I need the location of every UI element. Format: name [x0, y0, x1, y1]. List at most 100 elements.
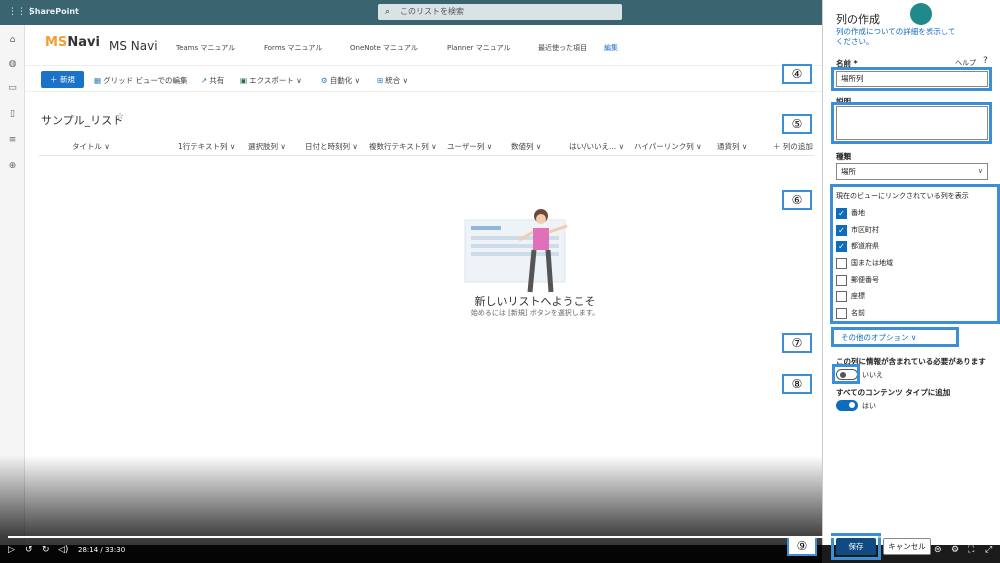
- site-logo[interactable]: MSNavi: [45, 35, 100, 59]
- type-value: 場所: [841, 167, 856, 176]
- new-button[interactable]: ＋ 新規: [41, 71, 84, 88]
- col-currency-label: 通貨列: [717, 142, 740, 151]
- integrate-button[interactable]: ⊞ 統合 ∨: [377, 75, 408, 86]
- content-types-label: すべてのコンテンツ タイプに追加: [836, 388, 951, 397]
- panel-title: 列の作成: [836, 13, 880, 26]
- favorite-star-icon[interactable]: ☆: [116, 112, 124, 122]
- col-number[interactable]: 数値列 ∨: [511, 141, 541, 152]
- col-user[interactable]: ユーザー列 ∨: [447, 141, 492, 152]
- pip-icon[interactable]: ⛶: [968, 545, 974, 555]
- site-nav-recent[interactable]: 最近使った項目: [538, 43, 587, 53]
- video-about-label[interactable]: ビデオについて: [925, 25, 974, 35]
- save-button[interactable]: 保存: [836, 538, 876, 555]
- marker-8: ⑧: [782, 374, 812, 394]
- fullscreen-icon[interactable]: ⤢: [985, 545, 992, 555]
- marker-9: ⑨: [787, 536, 817, 556]
- marker-5: ⑤: [782, 114, 812, 134]
- rewind-icon[interactable]: ↺: [25, 545, 33, 555]
- document-icon[interactable]: ▯: [7, 109, 18, 120]
- col-hyperlink-label: ハイパーリンク列: [634, 142, 694, 151]
- welcome-subtitle: 始めるには [新規] ボタンを選択します。: [470, 309, 600, 317]
- callout-description-field: [831, 102, 992, 144]
- marker-7: ⑦: [782, 333, 812, 353]
- site-nav-onenote[interactable]: OneNote マニュアル: [350, 43, 418, 53]
- automate-label: 自動化: [329, 76, 353, 85]
- video-seek-progress: [8, 536, 835, 538]
- callout-required-toggle: [832, 364, 860, 384]
- settings-icon[interactable]: ⚙: [982, 5, 990, 15]
- video-settings-label[interactable]: ビデオの設定: [935, 7, 977, 17]
- captions-icon[interactable]: ⊜: [934, 545, 942, 555]
- col-choice-label: 選択肢列: [248, 142, 278, 151]
- col-datetime[interactable]: 日付と時刻列 ∨: [305, 141, 358, 152]
- col-single-text[interactable]: 1行テキスト列 ∨: [178, 141, 235, 152]
- play-icon[interactable]: ▷: [8, 545, 15, 555]
- video-time: 28:14 / 33:30: [78, 546, 126, 554]
- site-name[interactable]: MS Navi: [109, 39, 158, 53]
- globe-icon[interactable]: ◍: [7, 59, 18, 70]
- marker-4: ④: [782, 64, 812, 84]
- grid-edit-label: グリッド ビューでの編集: [103, 76, 188, 85]
- automate-icon: ⚙: [321, 76, 328, 85]
- marker-6: ⑥: [782, 190, 812, 210]
- col-choice[interactable]: 選択肢列 ∨: [248, 141, 286, 152]
- col-hyperlink[interactable]: ハイパーリンク列 ∨: [634, 141, 702, 152]
- command-bar: ＋ 新規 ▦ グリッド ビューでの編集 ↗ 共有 ▣ エクスポート ∨ ⚙ 自動化 ∨ …: [25, 66, 822, 92]
- lists-icon[interactable]: ≡: [7, 135, 18, 146]
- callout-linked-columns: [830, 184, 1000, 324]
- site-header: MSNavi MS Navi Teams マニュアル Forms マニュアル O…: [25, 25, 822, 66]
- avatar[interactable]: [910, 3, 932, 25]
- content-types-value: はい: [862, 402, 876, 410]
- search-placeholder: このリストを検索: [400, 7, 464, 16]
- new-label: 新規: [59, 75, 75, 84]
- comment-icon[interactable]: ▭: [982, 40, 991, 50]
- volume-icon[interactable]: ◁): [58, 545, 68, 555]
- col-number-label: 数値列: [511, 142, 534, 151]
- share-label: 共有: [209, 76, 225, 85]
- col-yesno-label: はい/いいえ...: [569, 142, 617, 151]
- help-icon[interactable]: ?: [983, 56, 988, 66]
- col-single-text-label: 1行テキスト列: [178, 142, 228, 151]
- callout-more-options: [831, 327, 959, 347]
- col-multiline[interactable]: 複数行テキスト列 ∨: [369, 141, 437, 152]
- col-user-label: ユーザー列: [447, 142, 485, 151]
- share-button[interactable]: ↗ 共有: [201, 75, 224, 86]
- type-select[interactable]: 場所 ∨: [836, 163, 988, 180]
- automate-button[interactable]: ⚙ 自動化 ∨: [321, 75, 360, 86]
- site-nav-planner[interactable]: Planner マニュアル: [447, 43, 511, 53]
- export-button[interactable]: ▣ エクスポート ∨: [240, 75, 302, 86]
- grid-edit-button[interactable]: ▦ グリッド ビューでの編集: [94, 75, 188, 86]
- add-column-button[interactable]: ＋ 列の追加: [773, 141, 813, 152]
- grid-icon: ▦: [94, 76, 102, 85]
- integrate-label: 統合: [385, 76, 401, 85]
- required-value: いいえ: [862, 371, 883, 379]
- toggle-knob: [849, 402, 855, 408]
- callout-name-field: [831, 67, 992, 91]
- col-title[interactable]: タイトル ∨: [72, 141, 110, 152]
- brand-name[interactable]: SharePoint: [29, 7, 79, 16]
- column-divider: [39, 155, 814, 156]
- search-icon: ⌕: [385, 7, 391, 17]
- forward-icon[interactable]: ↻: [42, 545, 50, 555]
- chevron-down-icon: ∨: [977, 167, 983, 175]
- play-square-icon[interactable]: ▶: [982, 23, 989, 33]
- col-multiline-label: 複数行テキスト列: [369, 142, 429, 151]
- comments-label[interactable]: コメント: [948, 42, 976, 52]
- create-icon[interactable]: ⊕: [7, 161, 18, 172]
- content-types-toggle[interactable]: [836, 400, 858, 411]
- col-yesno[interactable]: はい/いいえ... ∨: [569, 141, 624, 152]
- app-launcher-icon[interactable]: ⋮⋮⋮: [8, 7, 35, 17]
- video-gear-icon[interactable]: ⚙: [951, 545, 959, 555]
- col-title-label: タイトル: [72, 142, 102, 151]
- site-nav-edit[interactable]: 編集: [604, 43, 618, 53]
- site-nav-forms[interactable]: Forms マニュアル: [264, 43, 322, 53]
- logo-ms: MS: [45, 35, 68, 50]
- home-icon[interactable]: ⌂: [7, 35, 18, 46]
- news-icon[interactable]: ▭: [7, 83, 18, 94]
- excel-icon: ▣: [240, 76, 248, 85]
- cancel-button[interactable]: キャンセル: [883, 538, 931, 555]
- site-nav-teams[interactable]: Teams マニュアル: [176, 43, 235, 53]
- search-box[interactable]: ⌕ このリストを検索: [378, 4, 622, 20]
- logo-navi: Navi: [67, 35, 100, 50]
- col-currency[interactable]: 通貨列 ∨: [717, 141, 747, 152]
